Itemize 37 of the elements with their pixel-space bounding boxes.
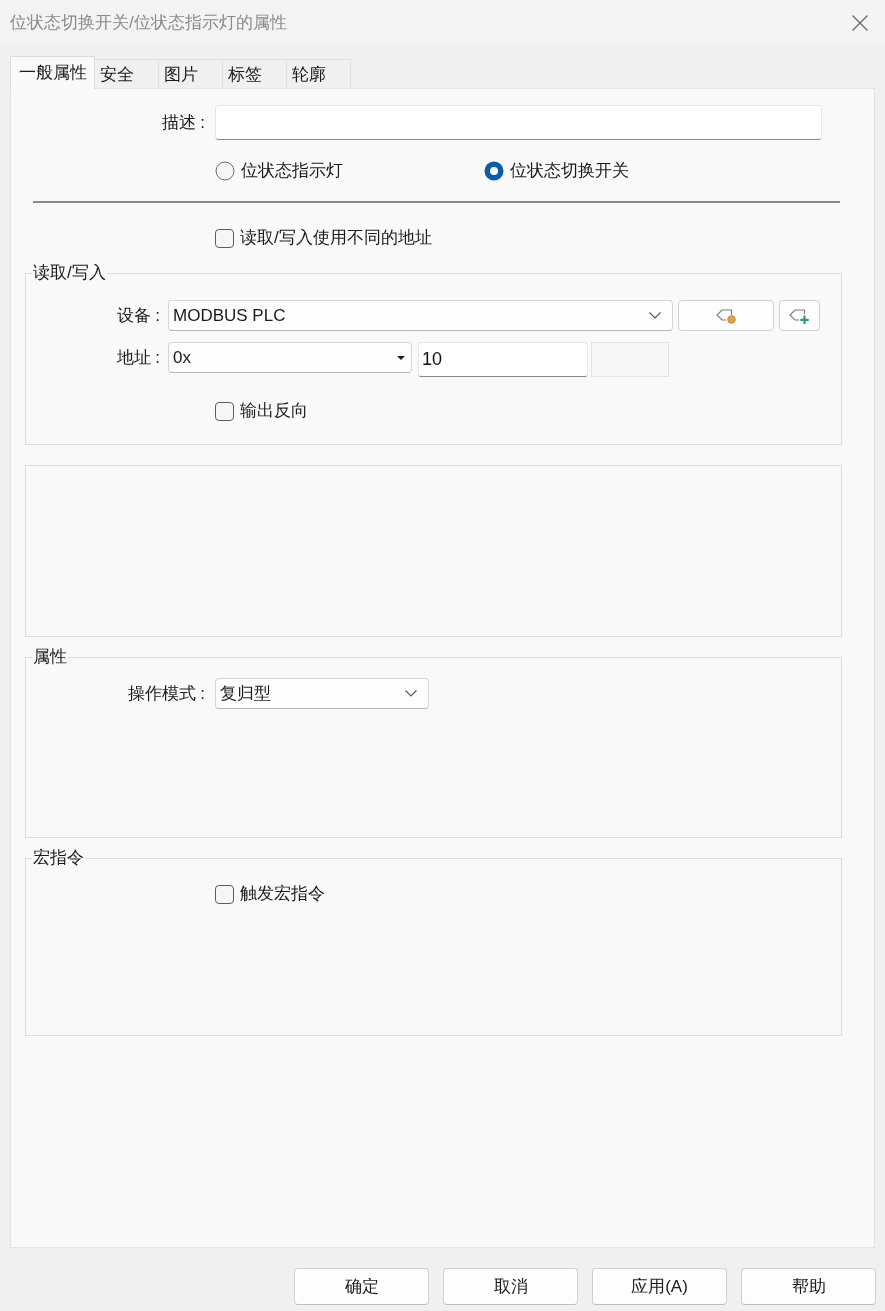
checkbox-option[interactable]: 触发宏指令: [215, 882, 325, 906]
description-field[interactable]: [215, 105, 822, 140]
checkbox-option[interactable]: 读取/写入使用不同的地址: [215, 226, 432, 250]
window-title: 位状态切换开关/位状态指示灯的属性: [10, 12, 287, 34]
dialog-button[interactable]: 确定: [294, 1268, 429, 1305]
tag-plus-icon: [789, 307, 810, 324]
radio-option[interactable]: 位状态切换开关: [484, 159, 629, 183]
field-label: 操作模式 :: [126, 683, 205, 705]
caret-down-icon: [397, 355, 405, 360]
group-title: 宏指令: [32, 848, 85, 868]
field-label: 描述 :: [160, 112, 205, 134]
radio-option[interactable]: 位状态指示灯: [215, 159, 343, 183]
tab[interactable]: 安全: [94, 59, 159, 88]
operation-mode-dropdown[interactable]: 复归型: [215, 678, 429, 709]
checkbox[interactable]: [215, 401, 234, 421]
tab[interactable]: 轮廓: [286, 59, 351, 88]
checkbox[interactable]: [215, 228, 234, 248]
field-label: 地址 :: [115, 347, 160, 369]
group-title: 读取/写入: [32, 263, 107, 283]
dialog-button[interactable]: 应用(A): [592, 1268, 727, 1305]
radio-icon[interactable]: [484, 161, 504, 181]
checkbox[interactable]: [215, 884, 234, 904]
chevron-down-icon: [649, 312, 661, 319]
field-label: 设备 :: [115, 305, 160, 327]
tag-dot-icon: [715, 307, 737, 324]
dialog-button[interactable]: 取消: [443, 1268, 578, 1305]
address-type-dropdown[interactable]: 0x: [168, 342, 412, 373]
dialog-button[interactable]: 帮助: [741, 1268, 876, 1305]
close-icon[interactable]: [852, 14, 868, 31]
radio-icon[interactable]: [215, 161, 235, 181]
new-device-button[interactable]: [779, 300, 820, 331]
checkbox-option[interactable]: 输出反向: [215, 399, 308, 423]
chevron-down-icon: [405, 690, 417, 697]
device-dropdown[interactable]: MODBUS PLC: [168, 300, 673, 331]
address-field[interactable]: 10: [418, 342, 588, 377]
tab[interactable]: 一般属性: [10, 56, 95, 89]
group-title: 属性: [32, 647, 68, 667]
